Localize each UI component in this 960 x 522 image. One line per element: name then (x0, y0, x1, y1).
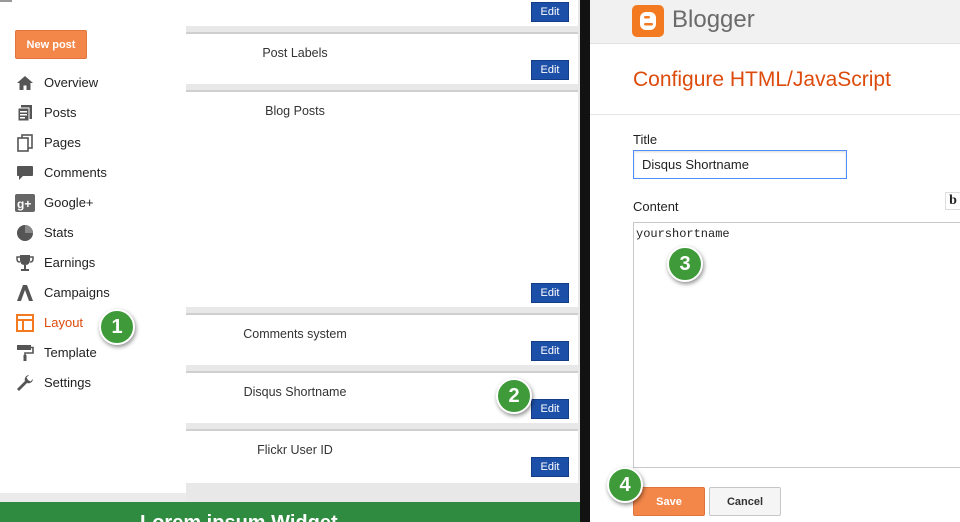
blogger-logo-icon (632, 5, 664, 37)
step-marker-1: 1 (99, 309, 135, 345)
sidebar-item-stats[interactable]: Stats (0, 220, 186, 246)
sidebar-item-label: Comments (44, 165, 107, 180)
sidebar-item-label: Google+ (44, 195, 94, 210)
edit-button[interactable]: Edit (531, 399, 569, 419)
layout-gadget-column: Edit Post Labels Edit Blog Posts Edit Co… (186, 0, 580, 502)
step-marker-4: 4 (607, 467, 643, 503)
edit-button[interactable]: Edit (531, 2, 569, 22)
step-marker-3: 3 (667, 246, 703, 282)
sidebar-item-template[interactable]: Template (0, 340, 186, 366)
sidebar-item-campaigns[interactable]: Campaigns (0, 280, 186, 306)
paint-roller-icon (15, 344, 35, 362)
edit-button[interactable]: Edit (531, 457, 569, 477)
save-button[interactable]: Save (633, 487, 705, 516)
home-icon (15, 74, 35, 92)
sidebar-item-earnings[interactable]: Earnings (0, 250, 186, 276)
trophy-icon (15, 254, 35, 272)
sidebar-item-settings[interactable]: Settings (0, 370, 186, 396)
sidebar-item-label: Pages (44, 135, 81, 150)
gadget-title: Disqus Shortname (243, 385, 347, 399)
sidebar-item-label: Template (44, 345, 97, 360)
sidebar-item-posts[interactable]: Posts (0, 100, 186, 126)
title-input[interactable]: Disqus Shortname (633, 150, 847, 179)
layout-icon (15, 314, 35, 332)
posts-icon (15, 104, 35, 122)
bold-format-button[interactable]: b (945, 192, 960, 210)
sidebar-item-google-plus[interactable]: g+ Google+ (0, 190, 186, 216)
sidebar-item-label: Layout (44, 315, 84, 330)
dialog-title: Configure HTML/JavaScript (633, 68, 891, 91)
edit-button[interactable]: Edit (531, 60, 569, 80)
comments-icon (15, 164, 35, 182)
sidebar-item-label: Overview (44, 75, 99, 90)
gadget-title: Flickr User ID (257, 443, 333, 457)
green-banner: Lorem ipsum Widget (0, 502, 582, 522)
new-post-button[interactable]: New post (15, 30, 87, 59)
pages-icon (15, 134, 35, 152)
gadget-title: Blog Posts (265, 104, 325, 118)
gadget-box-post-labels: Post Labels Edit (186, 32, 578, 84)
gadget-box-comments-system: Comments system Edit (186, 313, 578, 365)
gadget-title: Post Labels (262, 46, 328, 60)
sidebar-item-label: Earnings (44, 255, 96, 270)
edit-button[interactable]: Edit (531, 341, 569, 361)
gadget-box-blog-posts: Blog Posts Edit (186, 90, 578, 307)
google-plus-icon: g+ (15, 194, 35, 212)
configure-gadget-dialog: Blogger Configure HTML/JavaScript Title … (590, 0, 960, 522)
blogger-brand-text: Blogger (672, 6, 755, 33)
sidebar-top-line (0, 0, 12, 2)
sidebar-item-overview[interactable]: Overview (0, 70, 186, 96)
step-marker-2: 2 (496, 378, 532, 414)
adwords-icon (15, 284, 35, 302)
sidebar: New post Overview Posts Pages Comments g… (0, 0, 186, 493)
gadget-title: Comments system (243, 327, 347, 341)
dialog-header: Blogger (590, 0, 960, 44)
panel-divider (580, 0, 590, 522)
sidebar-item-pages[interactable]: Pages (0, 130, 186, 156)
dialog-separator (590, 114, 960, 115)
sidebar-item-comments[interactable]: Comments (0, 160, 186, 186)
svg-text:g+: g+ (17, 197, 31, 211)
sidebar-item-label: Campaigns (44, 285, 110, 300)
wrench-icon (15, 374, 35, 392)
stats-pie-icon (15, 224, 35, 242)
green-banner-text: Lorem ipsum Widget (140, 512, 338, 522)
cancel-button[interactable]: Cancel (709, 487, 781, 516)
sidebar-item-label: Stats (44, 225, 74, 240)
sidebar-item-label: Settings (44, 375, 91, 390)
edit-button[interactable]: Edit (531, 283, 569, 303)
gadget-box-flickr-user-id: Flickr User ID Edit (186, 429, 578, 483)
gadget-box: Edit (186, 0, 578, 26)
title-field-label: Title (633, 132, 658, 147)
content-field-label: Content (633, 199, 679, 214)
sidebar-item-label: Posts (44, 105, 77, 120)
sidebar-item-layout[interactable]: Layout (0, 310, 186, 336)
